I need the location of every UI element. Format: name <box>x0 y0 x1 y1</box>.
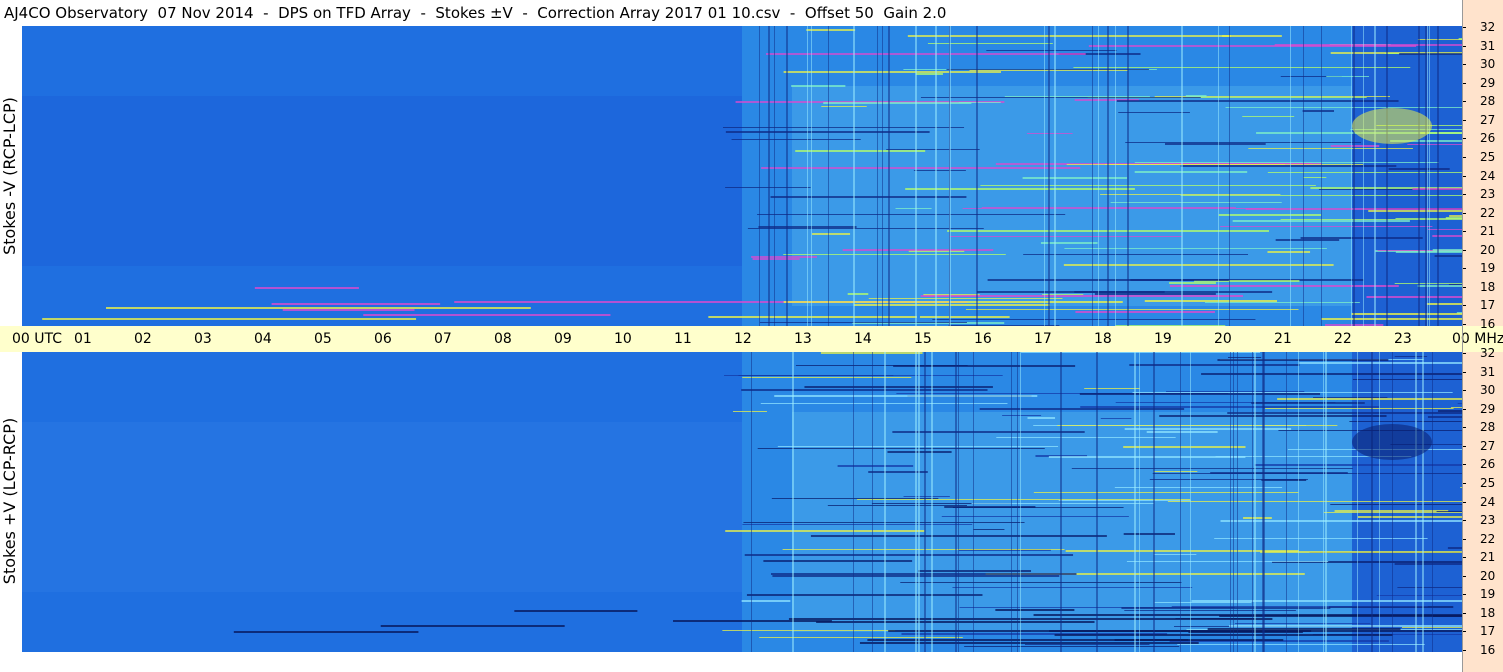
frequency-label: 18 <box>1480 279 1496 294</box>
frequency-label: 23 <box>1480 513 1496 528</box>
frequency-label: 24 <box>1480 168 1496 183</box>
bottom-panel-axis-label: Stokes +V (LCP-RCP) <box>0 417 19 585</box>
time-axis-hour-label: 14 <box>854 331 872 347</box>
frequency-axis-bottom: 32 31 30 29 28 27 26 25 24 23 22 21 20 19 18 17 16 <box>1462 346 1503 672</box>
frequency-label: 22 <box>1480 205 1496 220</box>
frequency-label: 31 <box>1480 364 1496 379</box>
time-axis-hour-label: 06 <box>374 331 392 347</box>
time-axis-hour-label: 09 <box>554 331 572 347</box>
time-axis-hour-label: 20 <box>1214 331 1232 347</box>
frequency-label: 20 <box>1480 242 1496 257</box>
spectrogram-top-image <box>22 26 1462 326</box>
time-axis-hour-label: 16 <box>974 331 992 347</box>
frequency-label: 25 <box>1480 475 1496 490</box>
time-axis-hour-label: 07 <box>434 331 452 347</box>
spectrogram-top-panel[interactable] <box>22 26 1462 326</box>
time-axis-hour-label: 13 <box>794 331 812 347</box>
time-axis-hour-label: 19 <box>1154 331 1172 347</box>
time-axis-hour-label: 08 <box>494 331 512 347</box>
time-axis-hour-label: 23 <box>1394 331 1412 347</box>
frequency-label: 24 <box>1480 494 1496 509</box>
frequency-label: 17 <box>1480 624 1496 639</box>
frequency-label: 27 <box>1480 112 1496 127</box>
time-axis-start-label: 00 UTC <box>12 331 63 347</box>
frequency-label: 30 <box>1480 57 1496 72</box>
time-axis-hour-label: 10 <box>614 331 632 347</box>
bottom-margin <box>0 652 1462 672</box>
top-panel-axis-label: Stokes -V (RCP-LCP) <box>0 97 19 255</box>
frequency-label: 22 <box>1480 531 1496 546</box>
spectrogram-bottom-panel[interactable] <box>22 352 1462 652</box>
frequency-label: 17 <box>1480 298 1496 313</box>
time-axis-hour-label: 15 <box>914 331 932 347</box>
frequency-label: 18 <box>1480 605 1496 620</box>
time-axis-end-label: 00 MHz <box>1452 331 1503 347</box>
frequency-label: 25 <box>1480 149 1496 164</box>
time-axis-hour-label: 18 <box>1094 331 1112 347</box>
frequency-label: 19 <box>1480 261 1496 276</box>
frequency-label: 20 <box>1480 568 1496 583</box>
frequency-label: 29 <box>1480 401 1496 416</box>
frequency-label: 21 <box>1480 224 1496 239</box>
spectrogram-bottom-image <box>22 352 1462 652</box>
time-axis-hour-label: 01 <box>74 331 92 347</box>
frequency-label: 21 <box>1480 550 1496 565</box>
time-axis-hour-label: 04 <box>254 331 272 347</box>
frequency-label: 32 <box>1480 346 1496 360</box>
axis-divider <box>1462 0 1463 672</box>
time-axis-hour-label: 22 <box>1334 331 1352 347</box>
window-title: AJ4CO Observatory 07 Nov 2014 - DPS on T… <box>0 0 1464 26</box>
time-axis-hour-label: 05 <box>314 331 332 347</box>
time-axis-hour-label: 02 <box>134 331 152 347</box>
frequency-label: 26 <box>1480 457 1496 472</box>
frequency-label: 28 <box>1480 94 1496 109</box>
frequency-label: 23 <box>1480 187 1496 202</box>
frequency-label: 16 <box>1480 317 1496 331</box>
frequency-label: 16 <box>1480 643 1496 657</box>
time-axis-hour-label: 03 <box>194 331 212 347</box>
frequency-label: 30 <box>1480 383 1496 398</box>
frequency-label: 31 <box>1480 38 1496 53</box>
frequency-label: 27 <box>1480 438 1496 453</box>
frequency-label: 26 <box>1480 131 1496 146</box>
time-axis-hour-label: 11 <box>674 331 692 347</box>
time-axis: 00 UTC 01 02 03 04 05 06 07 08 09 10 11 12 13 14 15 16 1… <box>0 326 1503 352</box>
frequency-label: 28 <box>1480 420 1496 435</box>
time-axis-hour-label: 21 <box>1274 331 1292 347</box>
time-axis-hour-label: 12 <box>734 331 752 347</box>
frequency-label: 19 <box>1480 587 1496 602</box>
frequency-label: 32 <box>1480 20 1496 34</box>
frequency-label: 29 <box>1480 75 1496 90</box>
frequency-axis-top: 32 31 30 29 28 27 26 25 24 23 22 21 20 19 18 17 16 <box>1462 0 1503 331</box>
time-axis-hour-label: 17 <box>1034 331 1052 347</box>
